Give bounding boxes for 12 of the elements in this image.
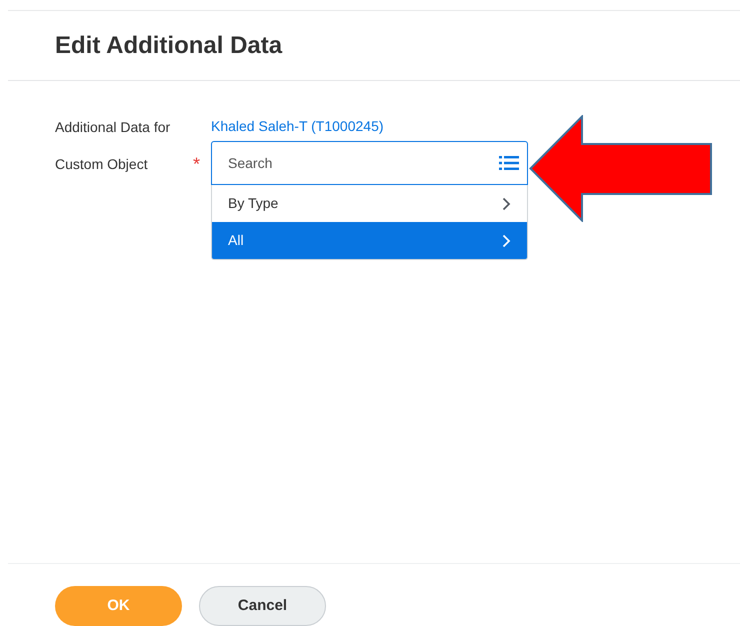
page-title: Edit Additional Data: [55, 30, 282, 60]
arrow-icon: [529, 115, 714, 222]
employee-link[interactable]: Khaled Saleh-T (T1000245): [211, 115, 384, 137]
menu-item[interactable]: All: [212, 222, 527, 259]
field-label: Additional Data for: [55, 118, 172, 137]
search-field[interactable]: Search: [211, 141, 528, 185]
chevron-right-icon: [502, 234, 511, 248]
field-label: Custom Object: [55, 155, 149, 174]
list-icon[interactable]: [499, 155, 519, 171]
cancel-button[interactable]: Cancel: [199, 586, 326, 626]
required-marker: *: [193, 154, 200, 174]
chevron-right-icon: [502, 196, 511, 210]
